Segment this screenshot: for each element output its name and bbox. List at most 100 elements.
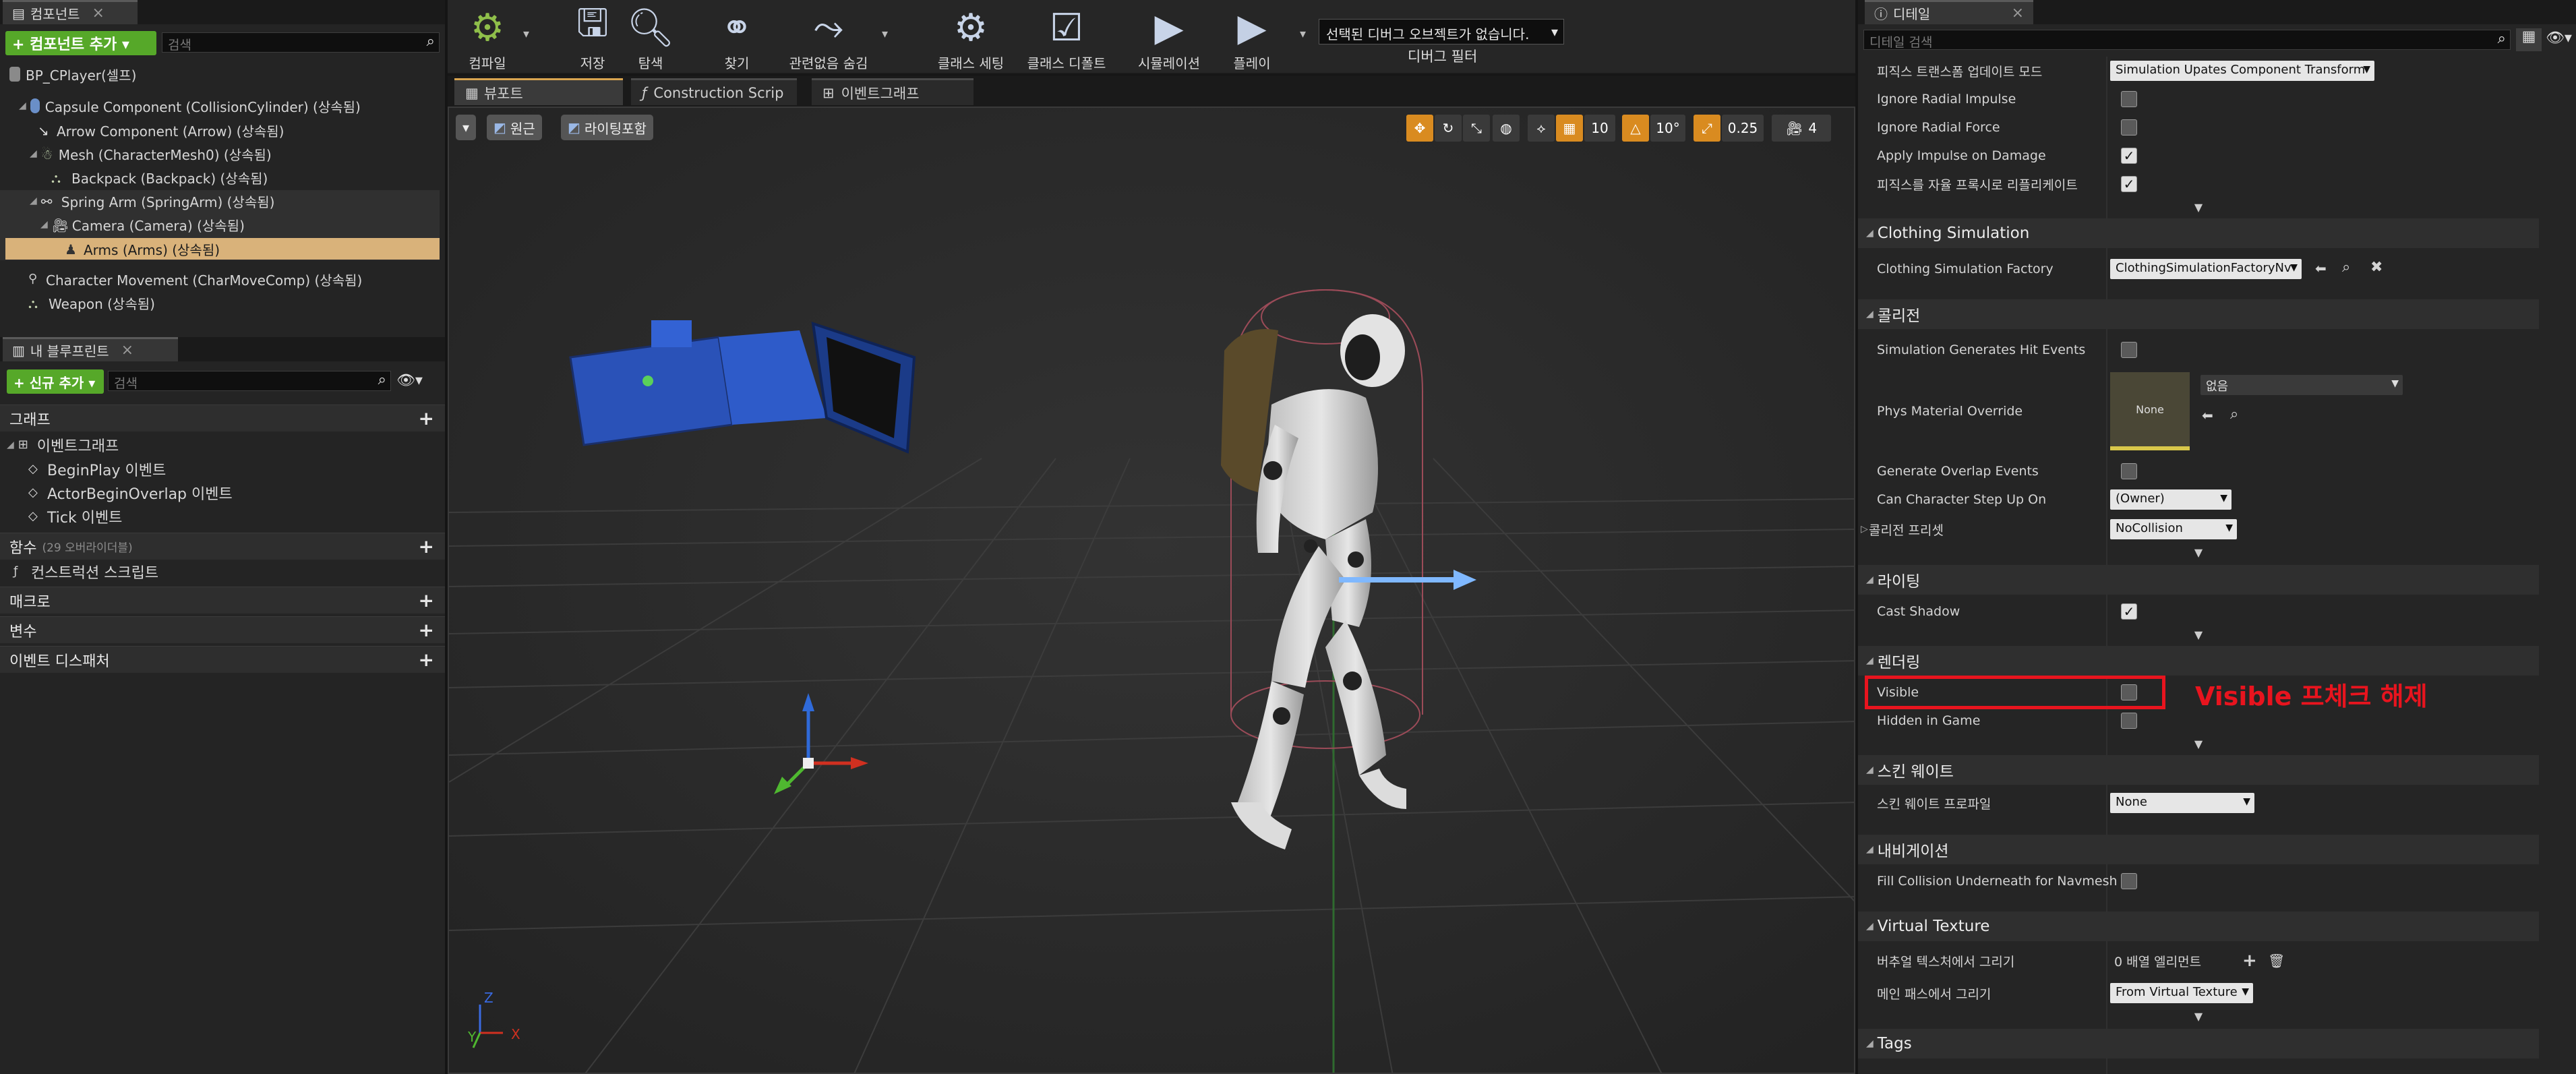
hidden-in-game-checkbox[interactable] — [2121, 713, 2137, 729]
phys-material-thumbnail[interactable]: None — [2110, 372, 2190, 450]
macros-section[interactable]: 매크로 + — [0, 587, 445, 614]
event-graph-item[interactable]: ◢ ⊞ 이벤트그래프 — [7, 434, 119, 456]
advanced-expander-icon[interactable]: ▼ — [1858, 1010, 2539, 1023]
close-icon[interactable]: × — [2012, 5, 2024, 22]
hide-unrelated-button[interactable]: ⤳ 관련없음 숨김 — [778, 0, 879, 74]
scale-snap-icon[interactable]: ⤢ — [1694, 115, 1720, 142]
browse-icon[interactable]: ⌕ — [2342, 259, 2350, 276]
physics-update-select[interactable]: Simulation Upates Component Transform — [2110, 61, 2374, 81]
add-variable-icon[interactable]: + — [419, 619, 434, 641]
phys-material-select[interactable]: 없음 — [2200, 375, 2403, 395]
browse-button[interactable]: 🔍︎ 탐색 — [613, 0, 688, 74]
component-root[interactable]: BP_CPlayer(셀프) — [9, 63, 136, 85]
rotation-snap-icon[interactable]: △ — [1622, 115, 1649, 142]
components-search-input[interactable]: 검색 ⌕ — [162, 32, 440, 53]
clothing-factory-select[interactable]: ClothingSimulationFactoryNv — [2110, 259, 2302, 279]
ignore-radial-force-checkbox[interactable] — [2121, 119, 2137, 136]
world-space-icon[interactable]: ◍ — [1493, 115, 1520, 142]
fill-collision-checkbox[interactable] — [2121, 873, 2137, 889]
expand-icon[interactable]: ▷ — [1861, 524, 1868, 535]
find-button[interactable]: ⚭ 찾기 — [700, 0, 774, 74]
class-defaults-button[interactable]: ☑ 클래스 디폴트 — [1018, 0, 1115, 74]
scale-tool-icon[interactable]: ⤡ — [1463, 115, 1490, 142]
lighting-button[interactable]: ◩ 라이팅포함 — [561, 115, 653, 140]
blueprint-search-input[interactable]: 검색 ⌕ — [108, 371, 391, 391]
tab-event-graph[interactable]: ⊞ 이벤트그래프 — [812, 78, 974, 105]
component-item-capsule[interactable]: ◢ Capsule Component (CollisionCylinder) … — [19, 95, 361, 117]
close-icon[interactable]: × — [121, 342, 133, 359]
component-item-mesh[interactable]: ◢ ☃ Mesh (CharacterMesh0) (상속됨) — [30, 143, 272, 165]
variables-section[interactable]: 변수 + — [0, 616, 445, 643]
advanced-expander-icon[interactable]: ▼ — [1858, 738, 2539, 751]
navigation-section[interactable]: 내비게이션 — [1858, 835, 2539, 864]
tab-construction-script[interactable]: ƒ Construction Scrip — [631, 78, 797, 105]
overlap-events-checkbox[interactable] — [2121, 463, 2137, 479]
details-search-input[interactable]: 디테일 검색 ⌕ — [1863, 30, 2511, 50]
add-dispatcher-icon[interactable]: + — [419, 649, 434, 671]
component-item-arms-selected[interactable]: ♟ Arms (Arms) (상속됨) — [5, 238, 440, 260]
perspective-button[interactable]: ◩ 원근 — [487, 115, 542, 140]
viewport[interactable]: Z Y X ▾ ◩ 원근 ◩ 라이팅포함 ✥ ↻ ⤡ ◍ ⟡ ▦ 10 △ 10… — [448, 107, 1855, 1074]
add-macro-icon[interactable]: + — [419, 589, 434, 611]
component-item-arrow[interactable]: ↘ Arrow Component (Arrow) (상속됨) — [38, 119, 284, 141]
details-tab[interactable]: ⓘ 디테일 × — [1865, 0, 2033, 24]
grid-snap-value[interactable]: 10 — [1584, 115, 1615, 142]
property-matrix-icon[interactable]: ▦ — [2516, 28, 2542, 51]
rotate-tool-icon[interactable]: ↻ — [1435, 115, 1462, 142]
trash-icon[interactable]: 🗑︎ — [2268, 953, 2285, 969]
play-button[interactable]: ▶ 플레이 — [1215, 0, 1289, 74]
lighting-section[interactable]: 라이팅 — [1858, 565, 2539, 595]
clothing-section[interactable]: Clothing Simulation — [1858, 218, 2539, 248]
viewport-options-button[interactable]: ▾ — [456, 115, 476, 140]
collision-section[interactable]: 콜리전 — [1858, 299, 2539, 329]
rendering-section[interactable]: 렌더링 — [1858, 646, 2539, 676]
hide-unrelated-options-icon[interactable]: ▾ — [882, 27, 888, 41]
grid-snap-icon[interactable]: ▦ — [1556, 115, 1583, 142]
blueprint-tab[interactable]: ▥ 내 블루프린트 × — [3, 337, 178, 361]
step-up-select[interactable]: (Owner) — [2110, 489, 2231, 510]
event-actorbeginoverlap[interactable]: ◇ ActorBeginOverlap 이벤트 — [28, 482, 233, 504]
close-icon[interactable]: × — [92, 5, 104, 22]
component-item-weapon[interactable]: ⛬ Weapon (상속됨) — [28, 292, 155, 314]
construction-script-item[interactable]: ƒ 컨스트럭션 스크립트 — [13, 561, 158, 583]
tags-section[interactable]: Tags — [1858, 1029, 2539, 1058]
skin-weight-section[interactable]: 스킨 웨이트 — [1858, 755, 2539, 785]
functions-section[interactable]: 함수 (29 오버라이더블) + — [0, 533, 445, 560]
compile-button[interactable]: ⚙ 컴파일 — [450, 0, 525, 74]
compile-options-icon[interactable]: ▾ — [523, 27, 529, 41]
event-tick[interactable]: ◇ Tick 이벤트 — [28, 506, 122, 527]
view-options-icon[interactable]: 👁︎▾ — [2546, 30, 2572, 47]
component-item-camera[interactable]: ◢ 🎥︎ Camera (Camera) (상속됨) — [40, 214, 245, 235]
browse-icon[interactable]: ⌕ — [2230, 406, 2238, 423]
rotation-snap-value[interactable]: 10° — [1650, 115, 1685, 142]
play-options-icon[interactable]: ▾ — [1300, 27, 1306, 41]
advanced-expander-icon[interactable]: ▼ — [1858, 201, 2539, 214]
camera-speed-control[interactable]: 🎥︎ 4 — [1772, 115, 1831, 142]
dispatchers-section[interactable]: 이벤트 디스패처 + — [0, 646, 445, 673]
clear-icon[interactable]: ✖ — [2370, 259, 2383, 276]
add-element-icon[interactable]: + — [2242, 951, 2257, 971]
component-item-springarm[interactable]: ◢ ⚯ Spring Arm (SpringArm) (상속됨) — [30, 190, 274, 212]
use-selected-icon[interactable]: ⬅ — [2315, 260, 2327, 276]
component-item-charmove[interactable]: ⚲ Character Movement (CharMoveComp) (상속됨… — [28, 268, 362, 290]
scale-snap-value[interactable]: 0.25 — [1722, 115, 1764, 142]
advanced-expander-icon[interactable]: ▼ — [1858, 628, 2539, 642]
main-pass-select[interactable]: From Virtual Texture — [2110, 983, 2253, 1003]
cast-shadow-checkbox[interactable]: ✓ — [2121, 603, 2137, 620]
translate-tool-icon[interactable]: ✥ — [1406, 115, 1433, 142]
debug-object-select[interactable]: 선택된 디버그 오브젝트가 없습니다. ▾ — [1319, 19, 1564, 44]
skin-weight-profile-select[interactable]: None — [2110, 793, 2254, 813]
advanced-expander-icon[interactable]: ▼ — [1858, 546, 2539, 560]
class-settings-button[interactable]: ⚙ 클래스 세팅 — [924, 0, 1018, 74]
event-beginplay[interactable]: ◇ BeginPlay 이벤트 — [28, 458, 166, 480]
ignore-radial-impulse-checkbox[interactable] — [2121, 91, 2137, 107]
add-new-button[interactable]: + 신규 추가 ▾ — [7, 369, 104, 394]
apply-impulse-checkbox[interactable]: ✓ — [2121, 148, 2137, 164]
tab-viewport[interactable]: ▦ 뷰포트 — [454, 78, 623, 105]
sim-hit-events-checkbox[interactable] — [2121, 342, 2137, 358]
collision-preset-select[interactable]: NoCollision — [2110, 519, 2237, 539]
virtual-texture-section[interactable]: Virtual Texture — [1858, 912, 2539, 941]
use-selected-icon[interactable]: ⬅ — [2202, 407, 2213, 423]
replicate-physics-checkbox[interactable]: ✓ — [2121, 176, 2137, 192]
view-options-icon[interactable]: 👁︎▾ — [396, 372, 423, 389]
